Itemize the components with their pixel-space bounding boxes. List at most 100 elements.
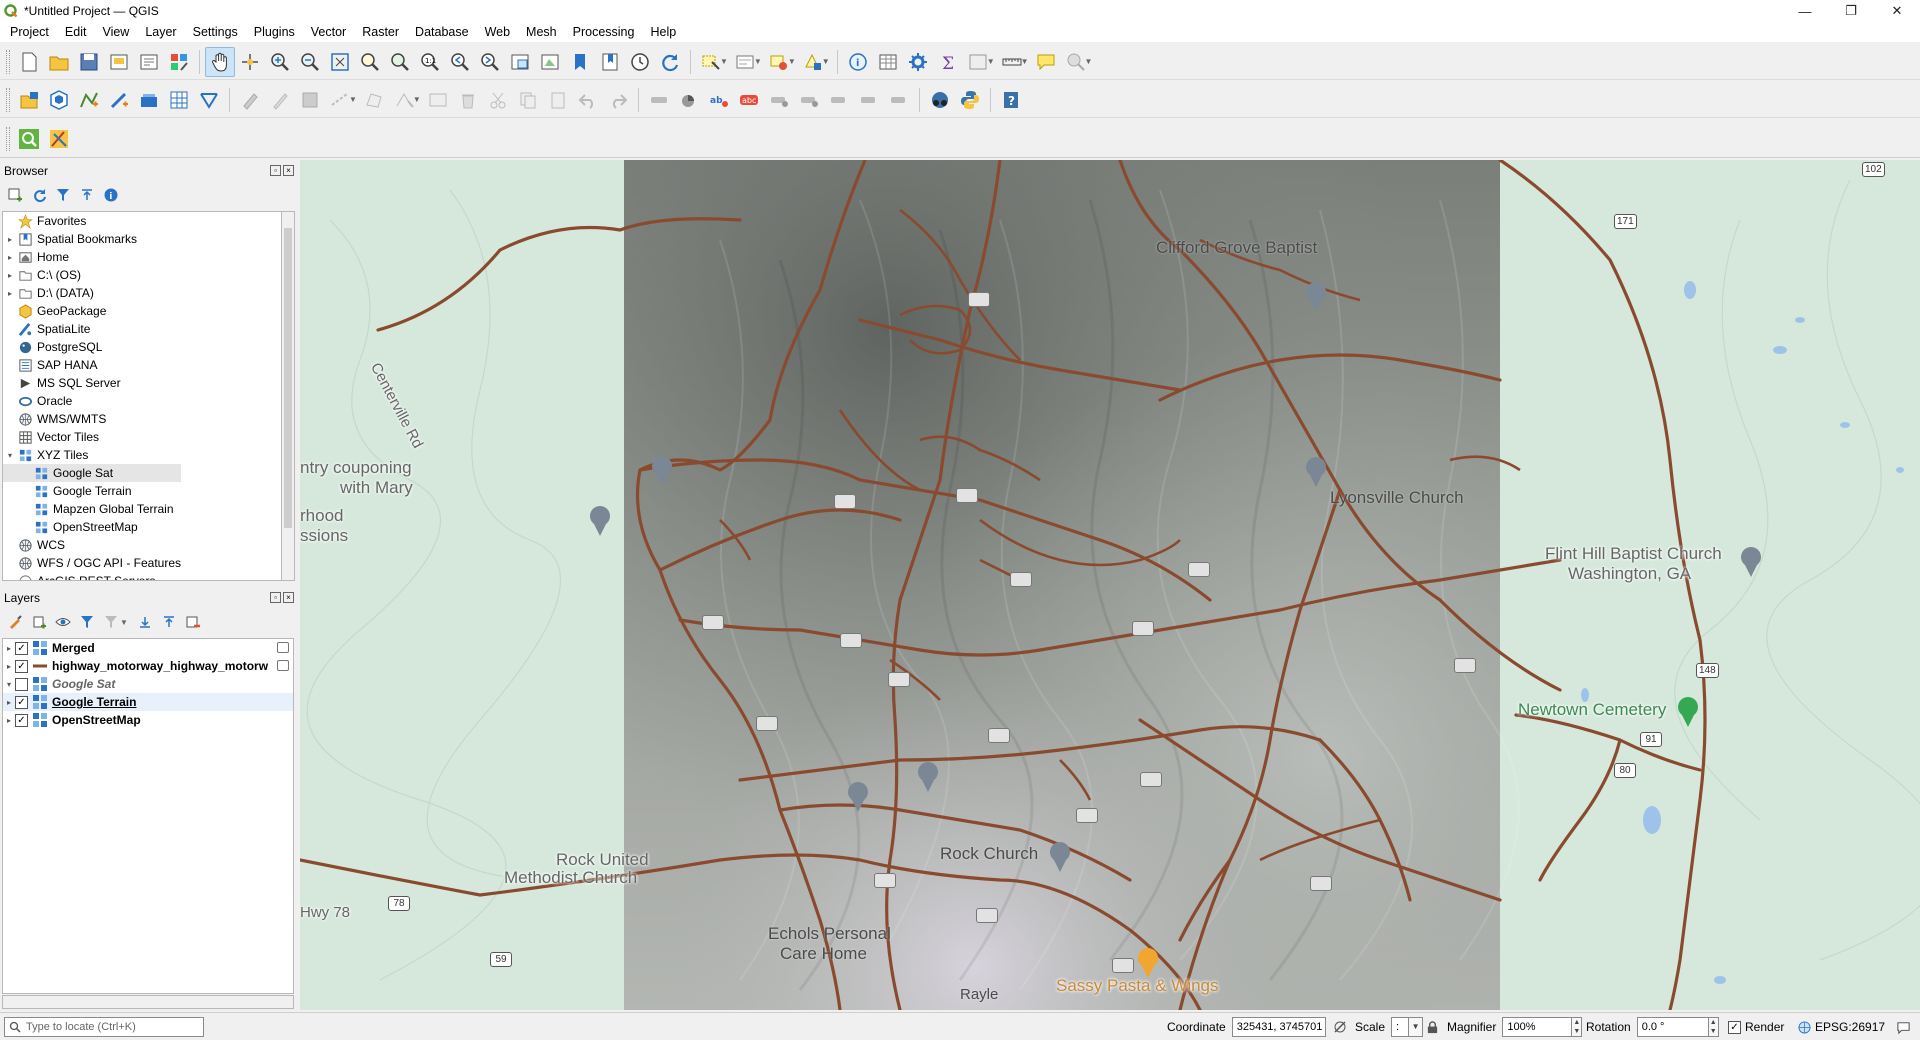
browser-item[interactable]: PostgreSQL (3, 338, 281, 356)
cut-features-button[interactable] (483, 85, 513, 115)
close-button[interactable]: ✕ (1874, 0, 1920, 22)
float-panel-button[interactable]: ▫ (270, 592, 281, 603)
dropdown-arrow-icon[interactable]: ▼ (987, 57, 995, 66)
add-group-button[interactable] (30, 613, 48, 631)
menu-help[interactable]: Help (642, 22, 684, 42)
browser-item[interactable]: WCS (3, 536, 281, 554)
layer-visibility-checkbox[interactable]: ✓ (15, 695, 28, 709)
close-panel-button[interactable]: × (283, 165, 294, 176)
browser-item[interactable]: SpatiaLite (3, 320, 281, 338)
rotation-field[interactable]: 0.0 ° (1636, 1017, 1709, 1037)
filter-legend-button[interactable] (78, 613, 96, 631)
show-hide-labels-button[interactable] (794, 85, 824, 115)
diagram-button[interactable] (674, 85, 704, 115)
layers-horizontal-scrollbar[interactable] (2, 995, 294, 1009)
dropdown-arrow-icon[interactable]: ▼ (413, 95, 421, 104)
pan-to-selection-button[interactable] (235, 47, 265, 77)
magnifier-spinner[interactable]: ▲ ▼ (1572, 1017, 1583, 1037)
layer-labeling-red-button[interactable]: abc (734, 85, 764, 115)
data-source-manager-button[interactable] (14, 85, 44, 115)
save-project-button[interactable] (74, 47, 104, 77)
maximize-button[interactable]: ❐ (1828, 0, 1874, 22)
browser-scrollbar[interactable] (281, 211, 295, 581)
layer-labeling-button[interactable]: ab (704, 85, 734, 115)
copy-features-button[interactable] (513, 85, 543, 115)
menu-settings[interactable]: Settings (185, 22, 246, 42)
move-label-button[interactable] (824, 85, 854, 115)
layer-visibility-checkbox[interactable]: ✓ (15, 659, 28, 673)
python-console-button[interactable] (955, 85, 985, 115)
undo-button[interactable] (573, 85, 603, 115)
new-3d-view-button[interactable] (535, 47, 565, 77)
menu-processing[interactable]: Processing (565, 22, 643, 42)
paste-features-button[interactable] (543, 85, 573, 115)
new-spatialite-layer-button[interactable] (104, 85, 134, 115)
show-bookmarks-button[interactable] (595, 47, 625, 77)
coordinate-field[interactable]: 325431, 3745701 (1231, 1017, 1326, 1037)
menu-edit[interactable]: Edit (57, 22, 95, 42)
expand-arrow-icon[interactable]: ▸ (3, 662, 15, 671)
menu-raster[interactable]: Raster (354, 22, 407, 42)
pin-labels-button[interactable] (764, 85, 794, 115)
browser-item[interactable]: ▸ Spatial Bookmarks (3, 230, 281, 248)
add-polygon-button[interactable] (359, 85, 389, 115)
menu-web[interactable]: Web (477, 22, 518, 42)
locator-search[interactable]: Type to locate (Ctrl+K) (4, 1017, 204, 1037)
new-shapefile-layer-button[interactable] (74, 85, 104, 115)
modify-attributes-button[interactable] (423, 85, 453, 115)
menu-view[interactable]: View (94, 22, 137, 42)
zoom-out-button[interactable] (295, 47, 325, 77)
statistical-summary-button[interactable]: Σ (933, 47, 963, 77)
browser-item[interactable]: WMS/WMTS (3, 410, 281, 428)
zoom-next-button[interactable] (475, 47, 505, 77)
dropdown-arrow-icon[interactable]: ▼ (1021, 57, 1029, 66)
collapse-arrow-icon[interactable]: ▾ (5, 451, 15, 460)
refresh-browser-button[interactable] (30, 186, 48, 204)
toolbar-grip[interactable] (6, 87, 10, 112)
close-panel-button[interactable]: × (283, 592, 294, 603)
change-label-button[interactable] (884, 85, 914, 115)
browser-item[interactable]: Oracle (3, 392, 281, 410)
browser-item[interactable]: ▾ XYZ Tiles (3, 446, 281, 464)
delete-selected-button[interactable] (453, 85, 483, 115)
menu-layer[interactable]: Layer (137, 22, 184, 42)
toolbar-grip[interactable] (6, 49, 10, 74)
browser-item[interactable]: OpenStreetMap (3, 518, 281, 536)
current-edits-button[interactable] (235, 85, 265, 115)
attribute-table-button[interactable] (873, 47, 903, 77)
help-contents-button[interactable]: ? (996, 85, 1026, 115)
magnifier-field[interactable]: 100% (1502, 1017, 1573, 1037)
layer-visibility-checkbox[interactable]: ✓ (15, 641, 28, 655)
toggle-editing-button[interactable] (265, 85, 295, 115)
expand-arrow-icon[interactable]: ▸ (5, 289, 15, 298)
new-map-view-button[interactable] (505, 47, 535, 77)
new-virtual-layer-button[interactable] (164, 85, 194, 115)
dropdown-arrow-icon[interactable]: ▼ (788, 57, 796, 66)
processing-toolbox-button[interactable] (903, 47, 933, 77)
collapse-all-button[interactable] (78, 186, 96, 204)
menu-mesh[interactable]: Mesh (518, 22, 565, 42)
qgis-search-plugin-button[interactable] (14, 124, 44, 154)
layer-row[interactable]: ▾ Google Sat (3, 675, 293, 693)
layer-row[interactable]: ▸ ✓ OpenStreetMap (3, 711, 293, 729)
expand-arrow-icon[interactable]: ▾ (3, 680, 15, 689)
filter-browser-button[interactable] (54, 186, 72, 204)
label-toolbar-button[interactable] (644, 85, 674, 115)
browser-item[interactable]: SAP HANA (3, 356, 281, 374)
browser-item[interactable]: ▸ C:\ (OS) (3, 266, 281, 284)
browser-item[interactable]: WFS / OGC API - Features (3, 554, 281, 572)
new-project-button[interactable] (14, 47, 44, 77)
layout-manager-button[interactable] (134, 47, 164, 77)
layer-row[interactable]: ▸ ✓ Google Terrain (3, 693, 293, 711)
browser-item[interactable]: MS SQL Server (3, 374, 281, 392)
layer-visibility-checkbox[interactable] (15, 677, 28, 691)
save-layer-edits-button[interactable] (295, 85, 325, 115)
expand-arrow-icon[interactable]: ▸ (3, 716, 15, 725)
expand-arrow-icon[interactable]: ▸ (3, 698, 15, 707)
zoom-layer-button[interactable] (385, 47, 415, 77)
scale-dropdown[interactable]: ▼ (1409, 1017, 1424, 1037)
dropdown-arrow-icon[interactable]: ▼ (349, 95, 357, 104)
embedded-indicator-icon[interactable] (277, 642, 289, 653)
coordinate-toggle-icon[interactable] (1332, 1019, 1348, 1035)
dropdown-arrow-icon[interactable]: ▼ (1085, 57, 1093, 66)
